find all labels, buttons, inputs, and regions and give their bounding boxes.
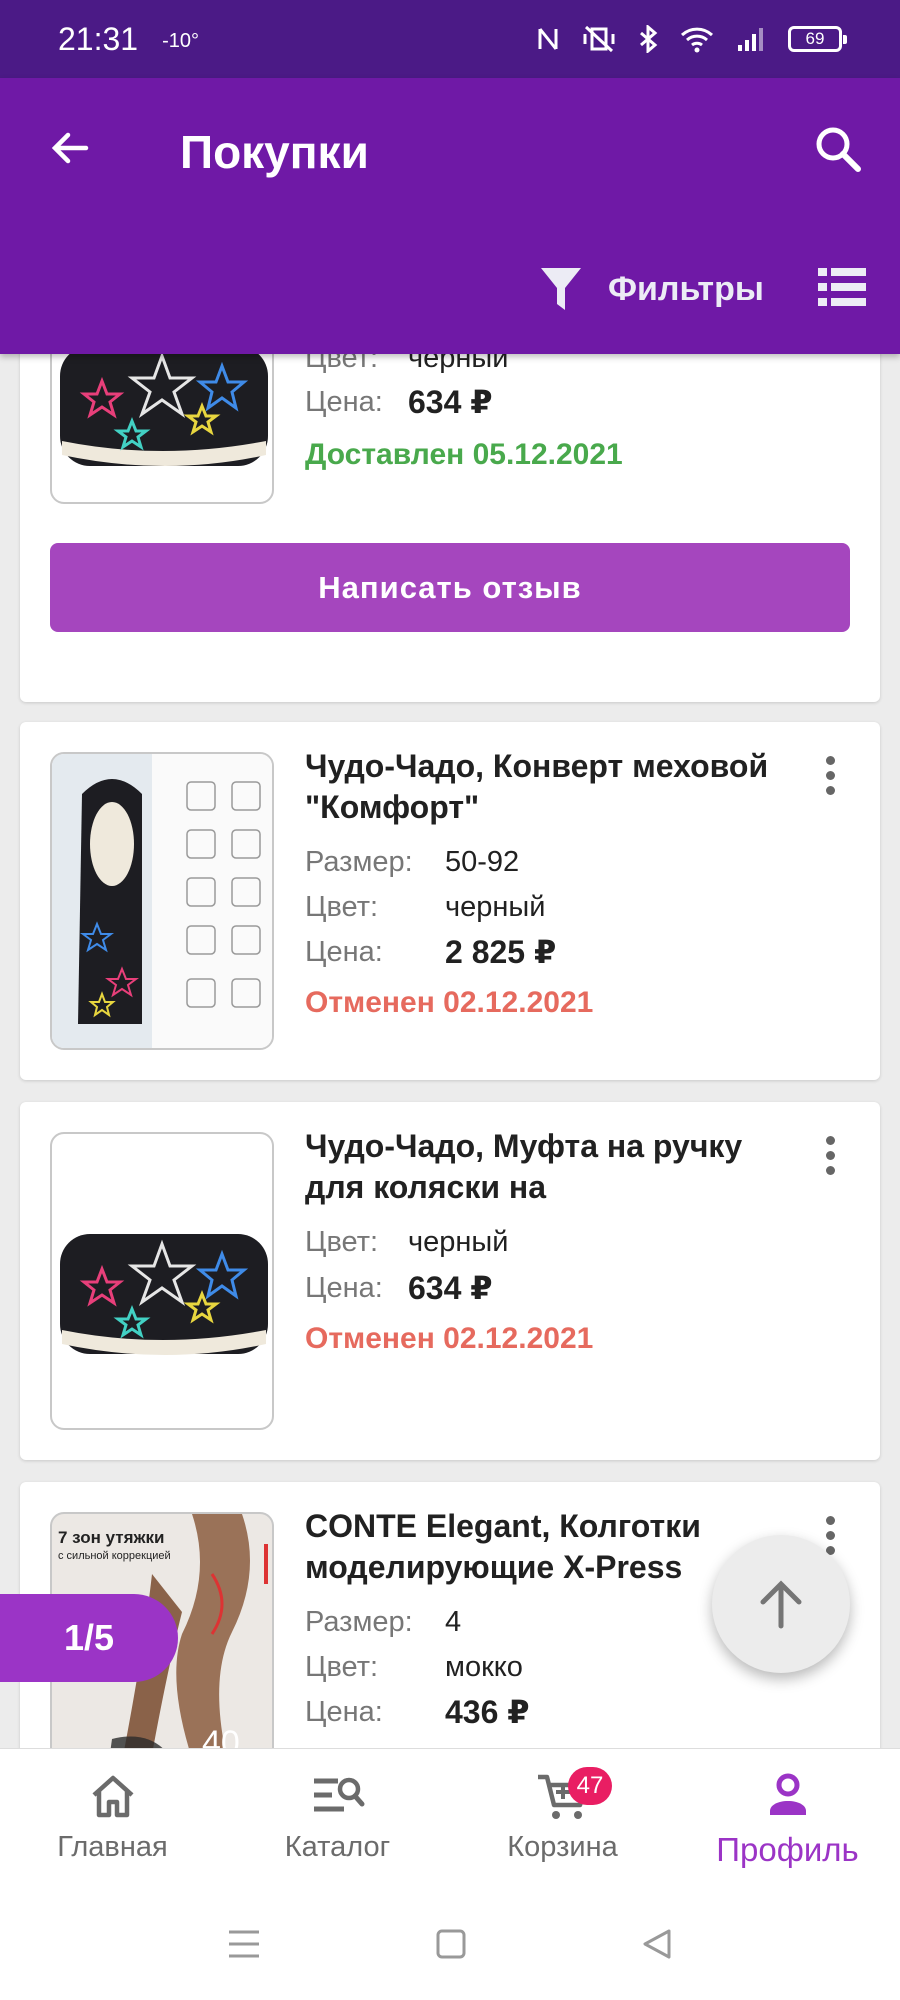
price-label: Цена: <box>305 1272 383 1304</box>
size-value: 4 <box>445 1606 462 1638</box>
color-value: черный <box>445 891 546 923</box>
product-name[interactable]: CONTE Elegant, Колготки моделирующие X-P… <box>305 1506 775 1588</box>
mute-vibrate-icon <box>583 25 615 53</box>
order-card[interactable]: Цвет: черный Цена: 634 ₽ Доставлен 05.12… <box>20 354 880 702</box>
color-label: Цвет: <box>305 1226 379 1258</box>
status-bar: 21:31 -10° 69 <box>0 0 900 78</box>
system-navigation-bar <box>0 1888 900 2000</box>
status-time: 21:31 <box>58 20 139 57</box>
nav-profile-label: Профиль <box>716 1831 859 1868</box>
page-title: Покупки <box>180 126 369 178</box>
nav-home[interactable]: Главная <box>0 1749 225 1888</box>
back-triangle-icon[interactable] <box>641 1928 673 1960</box>
size-row: Размер: 50-92 <box>305 846 519 879</box>
price-label: Цена: <box>305 936 383 968</box>
color-value: черный <box>408 1226 509 1258</box>
color-row: Цвет: черный <box>305 891 545 924</box>
battery-icon: 69 <box>788 26 847 52</box>
status-temperature: -10° <box>162 29 199 52</box>
size-label: Размер: <box>305 1606 413 1638</box>
muff-image <box>60 354 268 466</box>
color-value: черный <box>408 354 509 374</box>
signal-icon <box>738 28 763 51</box>
price-row: Цена: 634 ₽ <box>305 384 493 420</box>
list-view-icon[interactable] <box>818 266 866 308</box>
image-number: 40 <box>202 1724 240 1748</box>
size-label: Размер: <box>305 846 413 878</box>
home-square-icon[interactable] <box>435 1928 467 1960</box>
status-icons: 69 <box>536 25 847 53</box>
nav-home-label: Главная <box>57 1831 168 1863</box>
color-value: мокко <box>445 1651 523 1683</box>
color-label: Цвет: <box>305 354 379 374</box>
order-status-delivered: Доставлен 05.12.2021 <box>305 438 623 471</box>
price-label: Цена: <box>305 386 383 418</box>
price-value: 634 ₽ <box>408 384 493 420</box>
profile-icon <box>769 1773 806 1815</box>
price-row: Цена: 2 825 ₽ <box>305 934 556 970</box>
color-label: Цвет: <box>305 1651 379 1683</box>
app-bar: Покупки Фильтры <box>0 78 900 354</box>
order-card[interactable]: Чудо-Чадо, Конверт меховой "Комфорт" Раз… <box>20 722 880 1080</box>
price-label: Цена: <box>305 1696 383 1728</box>
color-row: Цвет: мокко <box>305 1651 523 1684</box>
write-review-button[interactable]: Написать отзыв <box>50 543 850 632</box>
color-row: Цвет: черный <box>305 354 508 375</box>
nav-catalog-label: Каталог <box>284 1831 391 1863</box>
price-row: Цена: 436 ₽ <box>305 1694 530 1730</box>
nav-cart-label: Корзина <box>507 1831 618 1863</box>
order-status-cancelled: Отменен 02.12.2021 <box>305 986 594 1019</box>
envelope-image <box>52 754 272 1048</box>
page-indicator: 1/5 <box>0 1594 178 1682</box>
wifi-icon <box>680 27 714 53</box>
size-value: 50-92 <box>445 846 520 878</box>
more-options-icon[interactable] <box>810 1130 850 1190</box>
price-row: Цена: 634 ₽ <box>305 1270 493 1306</box>
search-icon[interactable] <box>812 123 864 175</box>
home-icon <box>91 1775 134 1818</box>
product-name[interactable]: Чудо-Чадо, Муфта на ручку для коляски на <box>305 1126 775 1208</box>
cart-badge: 47 <box>568 1767 612 1805</box>
color-row: Цвет: черный <box>305 1226 508 1259</box>
arrow-up-icon <box>760 1580 802 1629</box>
price-value: 2 825 ₽ <box>445 934 557 970</box>
order-card[interactable]: Чудо-Чадо, Муфта на ручку для коляски на… <box>20 1102 880 1460</box>
more-options-icon[interactable] <box>810 750 850 810</box>
product-image-muff[interactable] <box>50 1132 274 1430</box>
product-image-envelope[interactable] <box>50 752 274 1050</box>
nav-catalog[interactable]: Каталог <box>225 1749 450 1888</box>
price-value: 634 ₽ <box>408 1270 493 1306</box>
product-image-muff[interactable] <box>50 354 274 504</box>
bottom-navigation: Главная Каталог 47 Корзина Профиль <box>0 1748 900 1888</box>
muff-image <box>60 1234 268 1355</box>
order-status-cancelled: Отменен 02.12.2021 <box>305 1322 594 1355</box>
nav-cart[interactable]: 47 Корзина <box>450 1749 675 1888</box>
scroll-to-top-button[interactable] <box>712 1535 850 1673</box>
product-name[interactable]: Чудо-Чадо, Конверт меховой "Комфорт" <box>305 746 775 828</box>
size-row: Размер: 4 <box>305 1606 461 1639</box>
catalog-search-icon <box>313 1777 364 1812</box>
back-arrow-icon[interactable] <box>46 124 94 172</box>
battery-level: 69 <box>805 29 825 48</box>
filters-button[interactable]: Фильтры <box>540 262 764 316</box>
menu-icon[interactable] <box>227 1928 261 1960</box>
image-subcaption: с сильной коррекцией <box>58 1550 171 1562</box>
nav-profile[interactable]: Профиль <box>675 1749 900 1888</box>
nfc-icon <box>538 28 558 50</box>
filters-label: Фильтры <box>608 269 764 308</box>
image-caption: 7 зон утяжки <box>58 1528 165 1547</box>
bluetooth-icon <box>640 25 658 53</box>
filter-icon <box>541 268 581 310</box>
price-value: 436 ₽ <box>445 1694 530 1730</box>
color-label: Цвет: <box>305 891 379 923</box>
